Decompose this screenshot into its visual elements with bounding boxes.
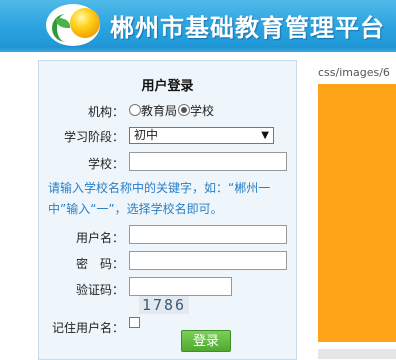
username-input[interactable] — [129, 225, 287, 244]
remember-label: 记住用户名： — [51, 321, 124, 335]
org-label: 机构： — [87, 105, 124, 119]
captcha-image[interactable]: 1786 — [139, 296, 189, 314]
broken-image-path: css/images/6 — [318, 66, 390, 79]
org-radio-school[interactable] — [178, 104, 191, 116]
stage-select[interactable]: 初中 ▼ — [129, 127, 274, 144]
org-option-bureau-label: 教育局 — [141, 104, 178, 118]
remember-checkbox[interactable] — [129, 317, 140, 328]
captcha-input[interactable] — [129, 277, 232, 296]
username-label: 用户名： — [75, 231, 124, 245]
school-search-hint: 请输入学校名称中的关键字，如：“郴州一中”输入“一”，选择学校名即可。 — [48, 181, 271, 216]
password-input[interactable] — [129, 251, 287, 270]
chevron-down-icon: ▼ — [261, 130, 269, 141]
header-bottom-shade — [0, 46, 396, 52]
school-label: 学校： — [87, 157, 124, 171]
side-bottom-bar — [318, 349, 396, 359]
stage-label: 学习阶段： — [63, 130, 124, 144]
sun-logo-icon — [70, 8, 100, 38]
login-button[interactable]: 登录 — [181, 330, 231, 352]
school-input[interactable] — [129, 152, 287, 171]
password-label: 密 码： — [75, 257, 124, 271]
org-option-school-label: 学校 — [190, 104, 215, 118]
side-banner-panel — [318, 84, 396, 342]
stage-select-value: 初中 — [134, 128, 159, 142]
login-title: 用户登录 — [141, 79, 194, 94]
captcha-label: 验证码： — [75, 283, 124, 297]
login-panel: 用户登录 机构： 教育局 学校 学习阶段： 初中 ▼ 学校： 请输入学校名称中的关… — [38, 60, 297, 360]
org-radio-bureau[interactable] — [129, 104, 141, 116]
site-title: 郴州市基础教育管理平台 — [110, 14, 385, 42]
site-header: 郴州市基础教育管理平台 — [0, 0, 396, 52]
org-radio-group: 教育局 学校 — [129, 102, 215, 119]
